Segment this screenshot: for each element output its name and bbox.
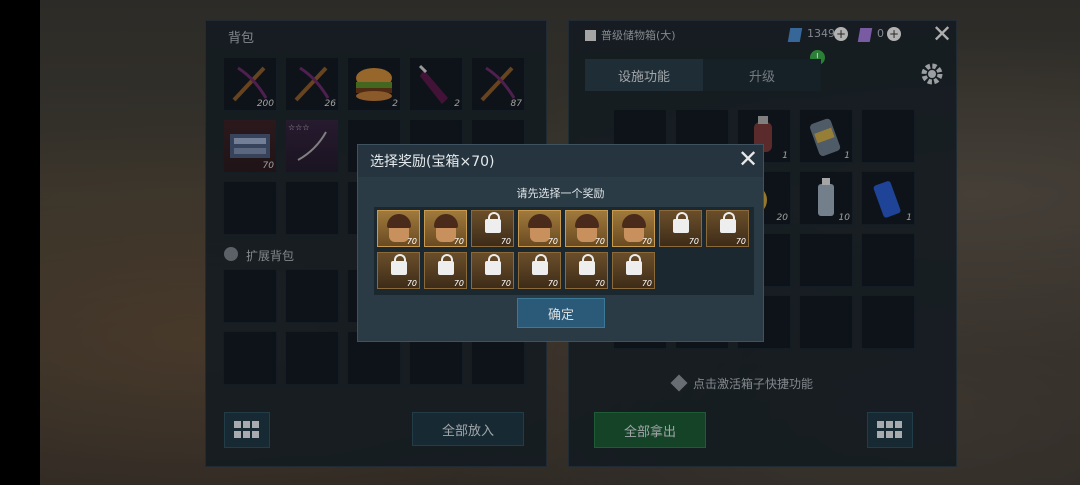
lock-icon: [579, 254, 595, 275]
reward-level: 70: [500, 237, 511, 246]
reward-level: 70: [547, 279, 558, 288]
reward-tile[interactable]: 70: [518, 210, 561, 247]
reward-level: 70: [594, 279, 605, 288]
character-hair: [387, 214, 411, 228]
reward-modal: 选择奖励(宝箱×70) ✕ 请先选择一个奖励 70 70 70 70 70 70 70 70 7…: [357, 144, 764, 342]
locked-reward-tile[interactable]: 70: [424, 252, 467, 289]
confirm-button[interactable]: 确定: [517, 298, 605, 328]
character-hair: [434, 214, 458, 228]
reward-tile[interactable]: 70: [424, 210, 467, 247]
reward-level: 70: [406, 279, 417, 288]
reward-level: 70: [500, 279, 511, 288]
reward-level: 70: [594, 237, 605, 246]
modal-title: 选择奖励(宝箱×70): [370, 154, 495, 170]
lock-icon: [391, 254, 407, 275]
character-hair: [575, 214, 599, 228]
locked-reward-tile[interactable]: 70: [471, 210, 514, 247]
reward-level: 70: [547, 237, 558, 246]
lock-icon: [438, 254, 454, 275]
reward-level: 70: [641, 237, 652, 246]
reward-tile[interactable]: 70: [565, 210, 608, 247]
lock-icon: [720, 212, 736, 233]
lock-icon: [485, 212, 501, 233]
lock-icon: [532, 254, 548, 275]
modal-close-button[interactable]: ✕: [738, 147, 758, 171]
reward-level: 70: [641, 279, 652, 288]
lock-icon: [485, 254, 501, 275]
reward-level: 70: [688, 237, 699, 246]
reward-level: 70: [453, 237, 464, 246]
reward-level: 70: [406, 237, 417, 246]
lock-icon: [626, 254, 642, 275]
locked-reward-tile[interactable]: 70: [518, 252, 561, 289]
reward-grid: 70 70 70 70 70 70 70 70 70 70 70 70 70 70: [374, 207, 754, 295]
reward-level: 70: [735, 237, 746, 246]
locked-reward-tile[interactable]: 70: [612, 252, 655, 289]
modal-subtitle: 请先选择一个奖励: [516, 187, 605, 200]
reward-level: 70: [453, 279, 464, 288]
locked-reward-tile[interactable]: 70: [377, 252, 420, 289]
locked-reward-tile[interactable]: 70: [706, 210, 749, 247]
lock-icon: [673, 212, 689, 233]
locked-reward-tile[interactable]: 70: [659, 210, 702, 247]
reward-tile[interactable]: 70: [612, 210, 655, 247]
character-hair: [528, 214, 552, 228]
character-hair: [622, 214, 646, 228]
reward-tile[interactable]: 70: [377, 210, 420, 247]
letterbox-bar: [0, 0, 40, 485]
locked-reward-tile[interactable]: 70: [471, 252, 514, 289]
locked-reward-tile[interactable]: 70: [565, 252, 608, 289]
